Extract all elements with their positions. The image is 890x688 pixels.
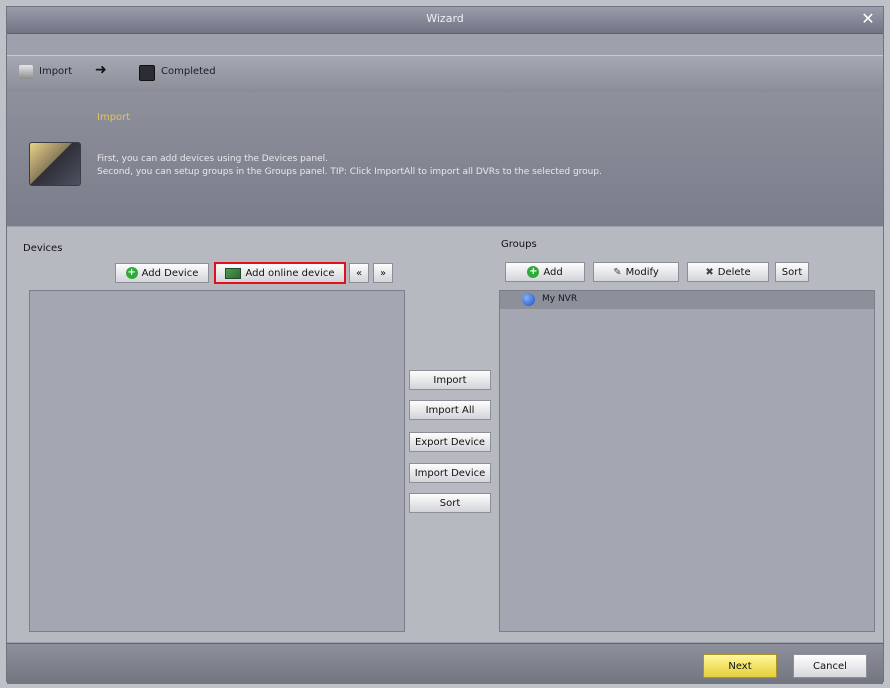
tree-item-my-nvr[interactable]: My NVR — [500, 291, 874, 309]
import-step-label: Import — [39, 66, 73, 77]
import-device-button[interactable]: Import Device — [409, 463, 491, 483]
next-label: Next — [728, 660, 752, 672]
sort-groups-button[interactable]: Sort — [775, 262, 809, 282]
add-icon: + — [527, 266, 540, 278]
completed-step-label: Completed — [161, 66, 216, 77]
main-body: Devices + Add Device Add online device «… — [7, 227, 883, 642]
delete-icon: ✖ — [705, 266, 714, 278]
devices-list-panel[interactable] — [29, 290, 405, 632]
import-all-label: Import All — [425, 404, 475, 416]
import-label: Import — [433, 374, 467, 386]
footer-bar: Next Cancel — [7, 643, 883, 684]
prev-page-button[interactable]: « — [349, 263, 369, 283]
step-bar: Import ➜ Completed — [7, 55, 883, 93]
info-line-2: Second, you can setup groups in the Grou… — [97, 167, 602, 177]
sort-devices-label: Sort — [439, 497, 461, 509]
step-arrow-icon: ➜ — [95, 62, 107, 78]
export-device-label: Export Device — [414, 436, 486, 448]
devices-label: Devices — [23, 243, 63, 254]
close-icon[interactable]: ✕ — [859, 10, 877, 28]
online-device-icon — [225, 267, 242, 279]
add-online-device-button[interactable]: Add online device — [214, 262, 346, 284]
window-title: Wizard — [426, 12, 464, 25]
delete-group-label: Delete — [717, 266, 751, 278]
globe-icon — [522, 293, 535, 306]
import-all-button[interactable]: Import All — [409, 400, 491, 420]
groups-tree-panel[interactable]: My NVR — [499, 290, 875, 632]
pencil-icon: ✎ — [613, 266, 622, 278]
add-group-button[interactable]: + Add — [505, 262, 585, 282]
next-page-label: » — [379, 267, 387, 279]
completed-step-icon — [139, 65, 155, 81]
next-button[interactable]: Next — [703, 654, 777, 678]
add-device-label: Add Device — [141, 267, 199, 279]
tree-item-label: My NVR — [542, 294, 578, 304]
wizard-window: Wizard ✕ Import ➜ Completed Import First… — [6, 6, 884, 684]
import-step-icon — [19, 65, 33, 79]
info-panel: Import First, you can add devices using … — [7, 92, 883, 226]
import-wizard-icon — [29, 142, 81, 186]
modify-group-button[interactable]: ✎ Modify — [593, 262, 679, 282]
add-device-button[interactable]: + Add Device — [115, 263, 209, 283]
import-button[interactable]: Import — [409, 370, 491, 390]
delete-group-button[interactable]: ✖ Delete — [687, 262, 769, 282]
add-icon: + — [125, 267, 138, 279]
modify-group-label: Modify — [625, 266, 659, 278]
info-title: Import — [97, 112, 131, 123]
cancel-label: Cancel — [813, 660, 847, 672]
sort-devices-button[interactable]: Sort — [409, 493, 491, 513]
groups-label: Groups — [501, 239, 537, 250]
prev-page-label: « — [355, 267, 363, 279]
cancel-button[interactable]: Cancel — [793, 654, 867, 678]
next-page-button[interactable]: » — [373, 263, 393, 283]
export-device-button[interactable]: Export Device — [409, 432, 491, 452]
title-bar: Wizard ✕ — [7, 7, 883, 34]
import-device-label: Import Device — [414, 467, 486, 479]
add-online-device-label: Add online device — [245, 267, 335, 279]
add-group-label: Add — [543, 266, 563, 278]
sort-groups-label: Sort — [781, 266, 803, 278]
info-line-1: First, you can add devices using the Dev… — [97, 154, 328, 164]
